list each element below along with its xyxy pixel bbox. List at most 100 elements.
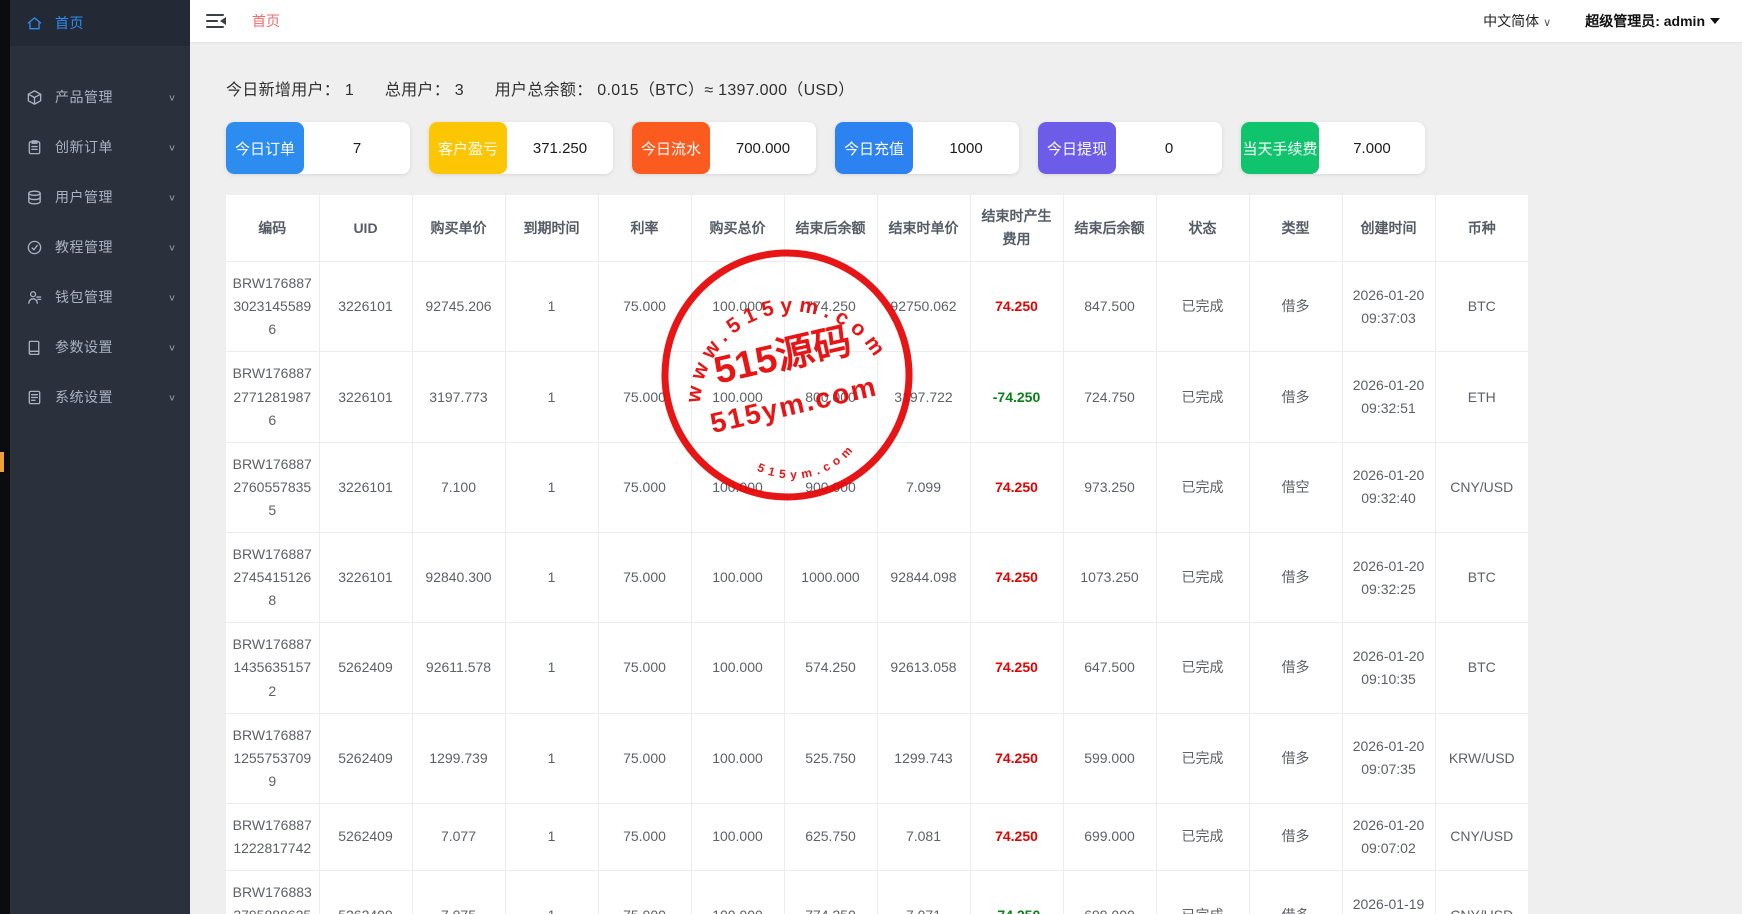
orders-table-body: BRW17688730231455896322610192745.206175.… bbox=[226, 262, 1528, 914]
table-cell: KRW/USD bbox=[1435, 713, 1528, 803]
table-cell: 900.000 bbox=[784, 442, 877, 532]
table-row: BRW1768871255753709952624091299.739175.0… bbox=[226, 713, 1528, 803]
chevron-down-icon: ∨ bbox=[168, 342, 176, 352]
clipboard-icon bbox=[26, 139, 43, 156]
table-cell: 5262409 bbox=[319, 713, 412, 803]
orders-table-wrap: 编码UID购买单价到期时间利率购买总价结束后余额结束时单价结束时产生费用结束后余… bbox=[226, 195, 1528, 914]
sidebar-item-system[interactable]: 系统设置 ∨ bbox=[10, 372, 190, 422]
card-label: 今日充值 bbox=[835, 122, 913, 174]
left-rail bbox=[0, 0, 10, 914]
table-header-cell: 购买单价 bbox=[412, 195, 505, 262]
sidebar-item-label: 钱包管理 bbox=[55, 287, 168, 307]
sidebar-item-label: 参数设置 bbox=[55, 337, 168, 357]
table-cell: 借空 bbox=[1249, 442, 1342, 532]
table-cell: 100.000 bbox=[691, 442, 784, 532]
table-cell: 借多 bbox=[1249, 713, 1342, 803]
card-today-withdraw: 今日提现 0 bbox=[1038, 122, 1222, 174]
table-cell: 774.250 bbox=[784, 871, 877, 914]
table-cell: 2026-01-20 09:32:51 bbox=[1342, 352, 1435, 442]
table-cell: 75.000 bbox=[598, 623, 691, 713]
total-users-value: 3 bbox=[455, 82, 464, 99]
card-value: 0 bbox=[1116, 122, 1222, 174]
table-cell: 100.000 bbox=[691, 623, 784, 713]
table-cell: CNY/USD bbox=[1435, 803, 1528, 870]
sidebar-item-users[interactable]: 用户管理 ∨ bbox=[10, 172, 190, 222]
sidebar: 首页 产品管理 ∨ 创新订单 ∨ 用户管理 ∨ 教 bbox=[10, 0, 190, 914]
table-cell: 2026-01-20 09:37:03 bbox=[1342, 262, 1435, 352]
sidebar-item-wallets[interactable]: 钱包管理 ∨ bbox=[10, 272, 190, 322]
table-cell: 借多 bbox=[1249, 623, 1342, 713]
sidebar-item-parameters[interactable]: 参数设置 ∨ bbox=[10, 322, 190, 372]
table-cell: 已完成 bbox=[1156, 803, 1249, 870]
table-cell: 借多 bbox=[1249, 533, 1342, 623]
table-cell: 5262409 bbox=[319, 623, 412, 713]
table-cell: 3226101 bbox=[319, 352, 412, 442]
table-header-cell: 到期时间 bbox=[505, 195, 598, 262]
table-cell: 75.000 bbox=[598, 803, 691, 870]
table-cell: 1 bbox=[505, 623, 598, 713]
card-label: 今日流水 bbox=[632, 122, 710, 174]
table-cell: 已完成 bbox=[1156, 871, 1249, 914]
collapse-menu-icon[interactable] bbox=[206, 13, 226, 29]
breadcrumb[interactable]: 首页 bbox=[252, 11, 280, 31]
table-cell: 1 bbox=[505, 713, 598, 803]
language-selector[interactable]: 中文简体∨ bbox=[1483, 11, 1551, 31]
sidebar-item-tutorials[interactable]: 教程管理 ∨ bbox=[10, 222, 190, 272]
table-cell: 75.000 bbox=[598, 442, 691, 532]
card-label: 当天手续费 bbox=[1241, 122, 1319, 174]
table-cell: 973.250 bbox=[1063, 442, 1156, 532]
new-users-value: 1 bbox=[345, 82, 354, 99]
table-header-row: 编码UID购买单价到期时间利率购买总价结束后余额结束时单价结束时产生费用结束后余… bbox=[226, 195, 1528, 262]
card-customer-pnl: 客户盈亏 371.250 bbox=[429, 122, 613, 174]
sidebar-item-home[interactable]: 首页 bbox=[10, 0, 190, 46]
table-cell: 100.000 bbox=[691, 713, 784, 803]
table-header-cell: 编码 bbox=[226, 195, 319, 262]
chevron-down-icon: ∨ bbox=[168, 142, 176, 152]
table-cell: 1 bbox=[505, 352, 598, 442]
table-cell: 92613.058 bbox=[877, 623, 970, 713]
table-cell: BRW17688727712819876 bbox=[226, 352, 319, 442]
table-cell: 3226101 bbox=[319, 533, 412, 623]
table-cell: 92844.098 bbox=[877, 533, 970, 623]
table-header-cell: 购买总价 bbox=[691, 195, 784, 262]
sidebar-item-products[interactable]: 产品管理 ∨ bbox=[10, 72, 190, 122]
database-icon bbox=[26, 189, 43, 206]
chevron-down-icon: ∨ bbox=[168, 92, 176, 102]
table-cell: 774.250 bbox=[784, 262, 877, 352]
table-cell: 599.000 bbox=[1063, 713, 1156, 803]
table-cell: 74.250 bbox=[970, 442, 1063, 532]
book-icon bbox=[26, 339, 43, 356]
chevron-down-icon: ∨ bbox=[168, 192, 176, 202]
sidebar-item-label: 用户管理 bbox=[55, 187, 168, 207]
table-cell: 100.000 bbox=[691, 803, 784, 870]
table-cell: 100.000 bbox=[691, 262, 784, 352]
table-row: BRW1768872771281987632261013197.773175.0… bbox=[226, 352, 1528, 442]
table-cell: 92840.300 bbox=[412, 533, 505, 623]
table-row: BRW1768833795888625852624097.075175.0001… bbox=[226, 871, 1528, 914]
table-cell: 574.250 bbox=[784, 623, 877, 713]
table-header-cell: 结束后余额 bbox=[1063, 195, 1156, 262]
compass-icon bbox=[26, 239, 43, 256]
table-cell: 92611.578 bbox=[412, 623, 505, 713]
sidebar-item-label: 首页 bbox=[55, 13, 176, 33]
table-cell: 2026-01-20 09:32:25 bbox=[1342, 533, 1435, 623]
card-today-flow: 今日流水 700.000 bbox=[632, 122, 816, 174]
table-cell: 1299.743 bbox=[877, 713, 970, 803]
table-cell: 1 bbox=[505, 871, 598, 914]
table-cell: BRW17688337958886258 bbox=[226, 871, 319, 914]
admin-dropdown[interactable]: 超级管理员: admin bbox=[1585, 11, 1720, 31]
card-today-orders: 今日订单 7 bbox=[226, 122, 410, 174]
card-value: 371.250 bbox=[507, 122, 613, 174]
table-cell: -74.250 bbox=[970, 352, 1063, 442]
table-cell: 5262409 bbox=[319, 871, 412, 914]
sidebar-item-orders[interactable]: 创新订单 ∨ bbox=[10, 122, 190, 172]
table-row: BRW17688730231455896322610192745.206175.… bbox=[226, 262, 1528, 352]
sidebar-item-label: 教程管理 bbox=[55, 237, 168, 257]
table-cell: 已完成 bbox=[1156, 442, 1249, 532]
table-cell: -74.250 bbox=[970, 871, 1063, 914]
table-cell: 已完成 bbox=[1156, 262, 1249, 352]
table-header-cell: 类型 bbox=[1249, 195, 1342, 262]
sidebar-item-label: 产品管理 bbox=[55, 87, 168, 107]
table-cell: 74.250 bbox=[970, 262, 1063, 352]
table-cell: 2026-01-20 09:32:40 bbox=[1342, 442, 1435, 532]
